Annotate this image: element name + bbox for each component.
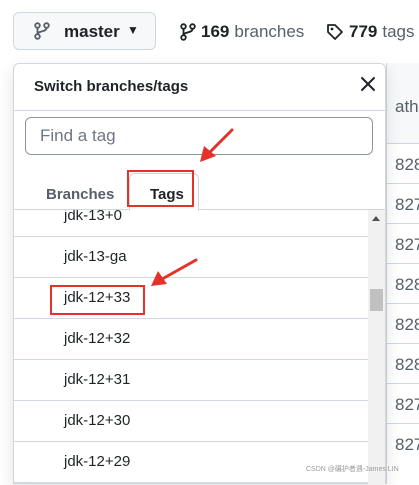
tag-name: jdk-12+30 xyxy=(64,412,131,429)
dropdown-header: Switch branches/tags xyxy=(14,64,385,111)
file-list-header-text: ath.n xyxy=(395,97,419,116)
file-row: 827 xyxy=(387,223,419,264)
commit-fragment: 827 xyxy=(395,435,419,454)
tag-name: jdk-13-ga xyxy=(64,248,127,265)
list-item[interactable]: jdk-12+30 xyxy=(14,401,368,442)
watermark: CSDN @碾护者遇-James LIN xyxy=(306,466,399,473)
tag-name: jdk-12+31 xyxy=(64,371,131,388)
branches-label: branches xyxy=(234,22,305,41)
tag-name: jdk-13+0 xyxy=(64,210,122,224)
branches-link[interactable]: 169 branches xyxy=(180,22,304,42)
tab-branches[interactable]: Branches xyxy=(46,186,114,203)
list-item[interactable]: jdk-12+29 xyxy=(14,442,368,483)
tag-icon xyxy=(327,24,343,40)
tag-list: jdk-13+0 jdk-13-ga jdk-12+33 jdk-12+32 j… xyxy=(14,210,368,485)
branch-select-button[interactable]: master ▼ xyxy=(13,12,156,50)
tags-count: 779 xyxy=(349,22,378,41)
repo-toolbar: master ▼ 169 branches 779 tags xyxy=(0,0,419,62)
list-item[interactable]: jdk-13+0 xyxy=(14,210,368,237)
commit-fragment: 828 xyxy=(395,315,419,334)
file-row: 828 xyxy=(387,143,419,184)
caret-down-icon: ▼ xyxy=(127,23,139,37)
tab-tags[interactable]: Tags xyxy=(150,186,184,203)
file-row: 828 xyxy=(387,303,419,344)
commit-fragment: 827 xyxy=(395,395,419,414)
list-item[interactable]: jdk-12+32 xyxy=(14,319,368,360)
close-icon[interactable] xyxy=(359,75,377,93)
tags-label: tags xyxy=(382,22,415,41)
list-item[interactable]: jdk-12+33 xyxy=(14,278,368,319)
commit-fragment: 827 xyxy=(395,195,419,214)
file-row: 827 xyxy=(387,183,419,224)
list-item[interactable]: jdk-13-ga xyxy=(14,237,368,278)
branch-tag-dropdown: Switch branches/tags Branches Tags jdk-1… xyxy=(13,63,386,485)
file-row: 828 xyxy=(387,263,419,304)
scroll-up-icon[interactable] xyxy=(372,216,380,221)
file-list-background: ath.n 828 827 827 828 828 828 827 827 xyxy=(386,63,419,484)
branches-count: 169 xyxy=(201,22,230,41)
tag-name: jdk-12+33 xyxy=(64,289,131,306)
find-tag-input[interactable] xyxy=(25,117,373,155)
commit-fragment: 828 xyxy=(395,155,419,174)
list-scrollbar[interactable] xyxy=(368,210,385,485)
commit-fragment: 828 xyxy=(395,275,419,294)
file-row: 827 xyxy=(387,423,419,464)
tag-name: jdk-12+32 xyxy=(64,330,131,347)
commit-fragment: 827 xyxy=(395,235,419,254)
git-branch-icon xyxy=(34,22,50,40)
commit-fragment: 828 xyxy=(395,355,419,374)
file-list-header: ath.n xyxy=(387,63,419,144)
tag-name: jdk-12+29 xyxy=(64,453,131,470)
list-item[interactable]: jdk-12+31 xyxy=(14,360,368,401)
git-branch-icon xyxy=(180,23,196,41)
scroll-thumb[interactable] xyxy=(370,289,383,311)
dropdown-title: Switch branches/tags xyxy=(34,78,189,95)
branch-select-label: master xyxy=(64,22,120,41)
tags-link[interactable]: 779 tags xyxy=(326,22,415,42)
file-row: 827 xyxy=(387,383,419,424)
file-row: 828 xyxy=(387,343,419,384)
